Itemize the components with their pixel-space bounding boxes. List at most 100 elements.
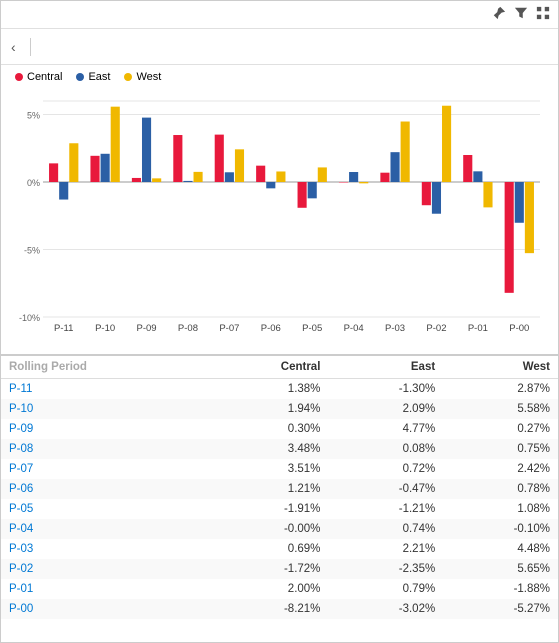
cell-central: 1.94% (207, 399, 329, 419)
cell-west: 0.27% (443, 419, 558, 439)
cell-central: -0.00% (207, 519, 329, 539)
cell-east: 4.77% (328, 419, 443, 439)
legend-east-dot (76, 73, 84, 81)
cell-period: P-00 (1, 599, 207, 619)
cell-period: P-03 (1, 539, 207, 559)
filter-icon[interactable] (514, 6, 528, 23)
cell-east: 0.08% (328, 439, 443, 459)
cell-central: -1.91% (207, 499, 329, 519)
table-row: P-01 2.00% 0.79% -1.88% (1, 579, 558, 599)
svg-text:P-02: P-02 (426, 323, 446, 334)
legend-east-label: East (88, 71, 110, 83)
cell-period: P-08 (1, 439, 207, 459)
cell-period: P-09 (1, 419, 207, 439)
cell-east: 2.09% (328, 399, 443, 419)
cell-west: -5.27% (443, 599, 558, 619)
table-row: P-05 -1.91% -1.21% 1.08% (1, 499, 558, 519)
svg-text:-5%: -5% (24, 246, 40, 256)
table-row: P-04 -0.00% 0.74% -0.10% (1, 519, 558, 539)
header-divider (30, 38, 31, 56)
legend-west: West (124, 71, 161, 83)
table-row: P-10 1.94% 2.09% 5.58% (1, 399, 558, 419)
cell-east: 0.79% (328, 579, 443, 599)
cell-east: 0.74% (328, 519, 443, 539)
svg-text:P-07: P-07 (219, 323, 239, 334)
cell-period: P-10 (1, 399, 207, 419)
svg-text:P-06: P-06 (261, 323, 281, 334)
table-header-row: Rolling Period Central East West (1, 356, 558, 379)
cell-east: -0.47% (328, 479, 443, 499)
svg-text:5%: 5% (27, 111, 40, 121)
bar-chart: 5% 0% -5% -10% P-11 P-10 P-09 P-08 P-07 P-06 P-05 P… (11, 87, 548, 350)
svg-text:0%: 0% (27, 178, 40, 188)
svg-text:P-03: P-03 (385, 323, 405, 334)
svg-text:P-01: P-01 (468, 323, 488, 334)
table-row: P-07 3.51% 0.72% 2.42% (1, 459, 558, 479)
data-table-area[interactable]: Rolling Period Central East West P-11 1.… (1, 354, 558, 642)
cell-central: 0.30% (207, 419, 329, 439)
legend-central-label: Central (27, 71, 62, 83)
table-row: P-02 -1.72% -2.35% 5.65% (1, 559, 558, 579)
table-row: P-03 0.69% 2.21% 4.48% (1, 539, 558, 559)
cell-central: -8.21% (207, 599, 329, 619)
cell-period: P-02 (1, 559, 207, 579)
cell-west: 4.48% (443, 539, 558, 559)
cell-west: 1.08% (443, 499, 558, 519)
cell-period: P-06 (1, 479, 207, 499)
cell-period: P-05 (1, 499, 207, 519)
legend-west-label: West (136, 71, 161, 83)
table-row: P-06 1.21% -0.47% 0.78% (1, 479, 558, 499)
svg-text:P-08: P-08 (178, 323, 198, 334)
cell-period: P-11 (1, 379, 207, 400)
cell-west: 2.42% (443, 459, 558, 479)
svg-text:P-04: P-04 (344, 323, 364, 334)
cell-central: 0.69% (207, 539, 329, 559)
header: ‹ (1, 29, 558, 65)
cell-central: 2.00% (207, 579, 329, 599)
pin-icon[interactable] (492, 6, 506, 23)
svg-text:P-00: P-00 (509, 323, 529, 334)
table-body: P-11 1.38% -1.30% 2.87% P-10 1.94% 2.09%… (1, 379, 558, 620)
col-header-period: Rolling Period (1, 356, 207, 379)
legend-east: East (76, 71, 110, 83)
cell-west: 5.58% (443, 399, 558, 419)
legend-central-dot (15, 73, 23, 81)
toolbar (1, 1, 558, 29)
cell-period: P-01 (1, 579, 207, 599)
cell-period: P-07 (1, 459, 207, 479)
cell-west: 5.65% (443, 559, 558, 579)
svg-text:P-11: P-11 (54, 323, 73, 334)
cell-central: 3.48% (207, 439, 329, 459)
table-row: P-11 1.38% -1.30% 2.87% (1, 379, 558, 400)
table-row: P-08 3.48% 0.08% 0.75% (1, 439, 558, 459)
cell-east: -2.35% (328, 559, 443, 579)
col-header-west: West (443, 356, 558, 379)
chart-svg: 5% 0% -5% -10% P-11 P-10 P-09 P-08 P-07 P-06 P-05 P… (11, 87, 550, 347)
cell-central: 1.21% (207, 479, 329, 499)
back-button[interactable]: ‹ (11, 39, 20, 55)
cell-west: 0.75% (443, 439, 558, 459)
svg-text:P-05: P-05 (302, 323, 322, 334)
table-row: P-00 -8.21% -3.02% -5.27% (1, 599, 558, 619)
cell-west: 0.78% (443, 479, 558, 499)
more-icon[interactable] (536, 6, 550, 23)
cell-central: 3.51% (207, 459, 329, 479)
data-table: Rolling Period Central East West P-11 1.… (1, 356, 558, 619)
cell-east: -1.21% (328, 499, 443, 519)
cell-east: -1.30% (328, 379, 443, 400)
cell-east: 0.72% (328, 459, 443, 479)
cell-west: -0.10% (443, 519, 558, 539)
svg-text:-10%: -10% (19, 313, 40, 323)
chart-area: Central East West 5% 0% -5% -10% P-11 P-10 P-0… (1, 65, 558, 354)
col-header-east: East (328, 356, 443, 379)
back-arrow-icon: ‹ (11, 39, 16, 55)
cell-east: 2.21% (328, 539, 443, 559)
chart-legend: Central East West (11, 71, 548, 83)
table-row: P-09 0.30% 4.77% 0.27% (1, 419, 558, 439)
svg-text:P-09: P-09 (137, 323, 157, 334)
cell-west: -1.88% (443, 579, 558, 599)
cell-period: P-04 (1, 519, 207, 539)
cell-east: -3.02% (328, 599, 443, 619)
cell-central: -1.72% (207, 559, 329, 579)
svg-text:P-10: P-10 (95, 323, 115, 334)
